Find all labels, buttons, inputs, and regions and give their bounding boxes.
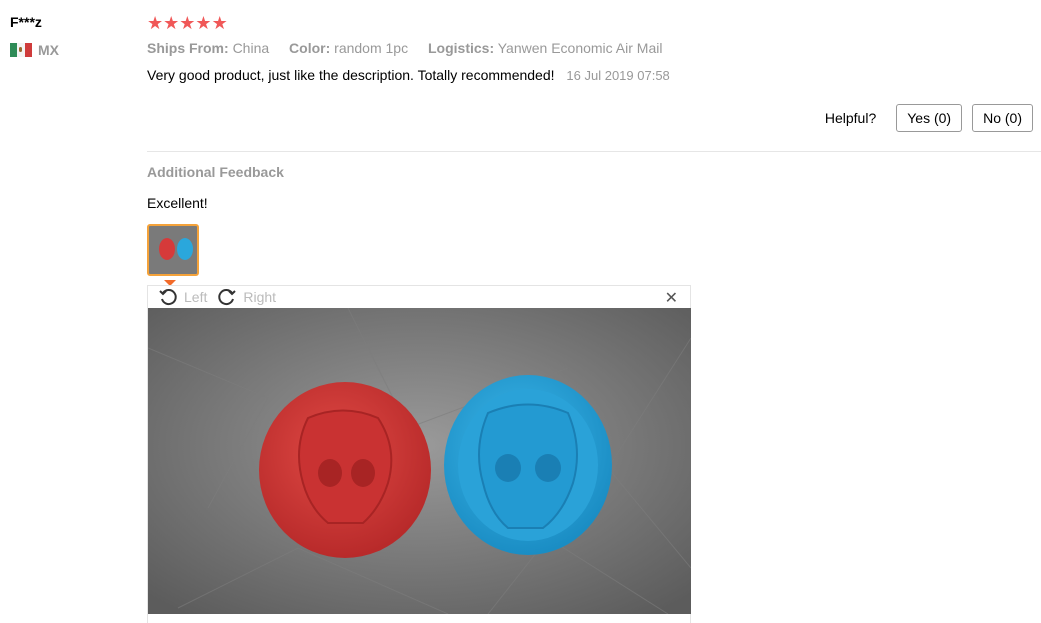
- country-code: MX: [38, 42, 59, 58]
- rotate-left-label: Left: [184, 289, 208, 305]
- helpful-votes: Helpful? Yes (0) No (0): [825, 104, 1033, 132]
- close-icon[interactable]: ✕: [665, 288, 678, 308]
- review-photo: [148, 308, 691, 614]
- helpful-yes-button[interactable]: Yes (0): [896, 104, 963, 132]
- helpful-label: Helpful?: [824, 110, 877, 126]
- rotate-left-button[interactable]: Left: [158, 287, 207, 307]
- star-icon: ★: [147, 13, 164, 33]
- helpful-no-button[interactable]: No (0): [972, 104, 1033, 132]
- reviewer-name: F***z: [10, 14, 42, 30]
- star-icon: ★: [195, 13, 212, 33]
- star-icon: ★: [211, 13, 228, 33]
- rotate-right-label: Right: [243, 289, 277, 305]
- star-icon: ★: [163, 13, 180, 33]
- review-text: Very good product, just like the descrip…: [147, 67, 555, 83]
- additional-feedback-text: Excellent!: [147, 195, 208, 211]
- rotate-right-button[interactable]: Right: [217, 287, 276, 307]
- rotate-left-icon: [159, 289, 177, 306]
- additional-feedback-title: Additional Feedback: [147, 164, 284, 180]
- ships-from: Ships From: China: [147, 40, 270, 56]
- mexico-flag-icon: [10, 43, 32, 57]
- logistics: Logistics: Yanwen Economic Air Mail: [427, 40, 663, 56]
- rotate-right-icon: [218, 289, 237, 306]
- photo-viewer: Left Right ✕: [147, 285, 691, 623]
- color-option: Color: random 1pc: [289, 40, 409, 56]
- review-date: 16 Jul 2019 07:58: [566, 68, 670, 83]
- star-rating: ★★★★★: [147, 13, 228, 33]
- review-body: Very good product, just like the descrip…: [147, 67, 670, 83]
- viewer-toolbar: Left Right ✕: [148, 286, 690, 308]
- star-icon: ★: [179, 13, 196, 33]
- divider: [147, 151, 1041, 152]
- photo-thumbnail[interactable]: [147, 224, 199, 276]
- reviewer-country: MX: [10, 42, 59, 58]
- review-meta: Ships From: China Color: random 1pc Logi…: [147, 40, 678, 56]
